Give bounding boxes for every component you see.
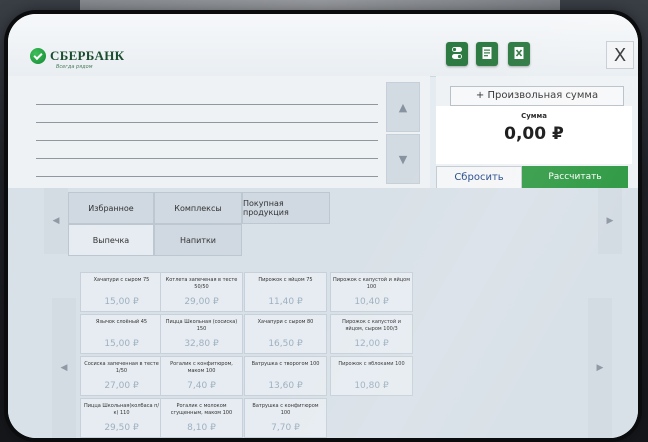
bank-name: СБЕРБАНК (50, 48, 125, 63)
product-price: 7,40 ₽ (187, 381, 216, 391)
receipt-line (36, 140, 378, 141)
product-price: 10,80 ₽ (354, 381, 389, 391)
products-prev-button[interactable]: ◀ (52, 298, 76, 438)
categories-prev-button[interactable]: ◀ (44, 188, 68, 254)
receipt-line (36, 104, 378, 105)
product-tile[interactable]: Рогалик с молоком сгущенным, маком 100 8… (160, 398, 243, 438)
tab-bakery[interactable]: Выпечка (68, 224, 154, 256)
document-icon (481, 46, 493, 63)
close-button[interactable]: X (606, 41, 634, 69)
product-price: 8,10 ₽ (187, 423, 216, 433)
receipt-button[interactable] (476, 42, 498, 66)
product-price: 13,60 ₽ (268, 381, 303, 391)
product-tile[interactable]: Рогалик с конфитюром, маком 100 7,40 ₽ (160, 356, 243, 396)
header-bar: СБЕРБАНК Всегда рядом X (8, 14, 638, 77)
product-name: Пирожок с капустой и яйцом 100 (333, 277, 410, 290)
excel-report-button[interactable] (508, 42, 530, 66)
product-price: 29,00 ₽ (184, 297, 219, 307)
sum-display: Сумма 0,00 ₽ (436, 106, 632, 164)
product-tile[interactable]: Хачапури с сыром 80 16,50 ₽ (244, 314, 327, 354)
reset-button[interactable]: Сбросить (436, 166, 522, 190)
product-name: Язычок слоёный 45 (95, 319, 148, 325)
product-tile[interactable]: Пирожок с яблоками 100 10,80 ₽ (330, 356, 413, 396)
product-price: 11,40 ₽ (268, 297, 303, 307)
product-price: 7,70 ₽ (271, 423, 300, 433)
categories-next-button[interactable]: ▶ (598, 188, 622, 254)
arrow-up-icon: ▲ (398, 100, 408, 114)
product-price: 16,50 ₽ (268, 339, 303, 349)
product-name: Сосиска запеченная в тесте 1/50 (84, 361, 159, 374)
close-icon: X (613, 44, 627, 66)
receipt-area: ▲ ▼ (8, 76, 430, 188)
product-name: Рогалик с конфитюром, маком 100 (170, 361, 233, 374)
product-tile[interactable]: Пирожок с капустой и яйцом 100 10,40 ₽ (330, 272, 413, 312)
arrow-down-icon: ▼ (398, 152, 408, 166)
product-price: 12,00 ₽ (354, 339, 389, 349)
product-tile[interactable]: Пирожок с капустой и яйцом, сыром 100/3 … (330, 314, 413, 354)
product-name: Пирожок с капустой и яйцом, сыром 100/3 (342, 319, 401, 332)
product-tile[interactable]: Пицца Школьная (сосиска) 150 32,80 ₽ (160, 314, 243, 354)
product-name: Ватрушка с творогом 100 (251, 361, 320, 367)
terminal-screen: СБЕРБАНК Всегда рядом X ▲ ▼ + Произвольн… (8, 14, 638, 438)
calculate-button[interactable]: Рассчитать (522, 166, 628, 188)
receipt-line (36, 158, 378, 159)
device-top-edge (80, 0, 560, 14)
product-price: 15,00 ₽ (104, 297, 139, 307)
free-amount-button[interactable]: + Произвольная сумма (450, 86, 624, 106)
product-price: 10,40 ₽ (354, 297, 389, 307)
receipt-line (36, 176, 378, 177)
bank-slogan: Всегда рядом (56, 64, 93, 70)
product-name: Хачапури с сыром 75 (93, 277, 150, 283)
products-next-button[interactable]: ▶ (588, 298, 612, 438)
settings-toggle-button[interactable] (446, 42, 468, 66)
product-tile[interactable]: Пирожок с яйцом 75 11,40 ₽ (244, 272, 327, 312)
sberbank-logo-icon (30, 48, 46, 64)
tab-favorites[interactable]: Избранное (68, 192, 154, 224)
product-name: Пирожок с яблоками 100 (338, 361, 405, 367)
tab-combos[interactable]: Комплексы (154, 192, 242, 224)
payment-panel: + Произвольная сумма Сумма 0,00 ₽ Сброси… (436, 76, 638, 190)
chevron-left-icon: ◀ (52, 216, 60, 226)
product-tile[interactable]: Язычок слоёный 45 15,00 ₽ (80, 314, 163, 354)
product-name: Хачапури с сыром 80 (257, 319, 314, 325)
chevron-left-icon: ◀ (60, 363, 68, 373)
excel-icon (513, 46, 525, 63)
product-tile[interactable]: Пицца Школьная(колбаса п/к) 110 29,50 ₽ (80, 398, 163, 438)
product-tile[interactable]: Котлета запеченая в тесте 50/50 29,00 ₽ (160, 272, 243, 312)
tab-purchased-products[interactable]: Покупная продукция (242, 192, 330, 224)
product-tile[interactable]: Сосиска запеченная в тесте 1/50 27,00 ₽ (80, 356, 163, 396)
product-name: Ватрушка с конфитюром 100 (252, 403, 319, 416)
receipt-scroll-up-button[interactable]: ▲ (386, 82, 420, 132)
product-tile[interactable]: Ватрушка с творогом 100 13,60 ₽ (244, 356, 327, 396)
sum-label: Сумма (521, 112, 547, 120)
chevron-right-icon: ▶ (596, 363, 604, 373)
product-name: Пицца Школьная(колбаса п/к) 110 (83, 403, 160, 416)
product-name: Котлета запеченая в тесте 50/50 (165, 277, 238, 290)
product-name: Пирожок с яйцом 75 (258, 277, 313, 283)
product-price: 32,80 ₽ (184, 339, 219, 349)
chevron-right-icon: ▶ (606, 216, 614, 226)
product-tile[interactable]: Ватрушка с конфитюром 100 7,70 ₽ (244, 398, 327, 438)
sum-value: 0,00 ₽ (504, 124, 564, 144)
product-price: 27,00 ₽ (104, 381, 139, 391)
receipt-line (36, 122, 378, 123)
receipt-scroll-down-button[interactable]: ▼ (386, 134, 420, 184)
product-price: 29,50 ₽ (104, 423, 139, 433)
bank-logo: СБЕРБАНК (30, 48, 124, 64)
product-tile[interactable]: Хачапури с сыром 75 15,00 ₽ (80, 272, 163, 312)
product-catalog: ◀ ▶ ◀ ▶ Избранное Комплексы Покупная про… (8, 188, 638, 438)
product-price: 15,00 ₽ (104, 339, 139, 349)
tab-drinks[interactable]: Напитки (154, 224, 242, 256)
product-name: Пицца Школьная (сосиска) 150 (165, 319, 238, 332)
product-name: Рогалик с молоком сгущенным, маком 100 (170, 403, 233, 416)
toggle-settings-icon (451, 46, 463, 63)
